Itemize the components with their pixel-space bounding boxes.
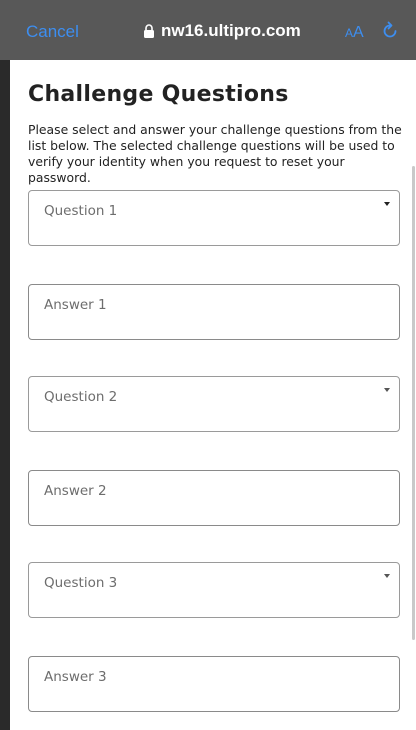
answer-3-input[interactable]: Answer 3 <box>28 656 400 712</box>
answer-2-placeholder: Answer 2 <box>44 483 107 499</box>
answer-3-placeholder: Answer 3 <box>44 669 107 685</box>
page-description: Please select and answer your challenge … <box>28 122 402 185</box>
question-2-select[interactable]: Question 2 <box>28 376 400 432</box>
cancel-button[interactable]: Cancel <box>26 22 79 42</box>
answer-1-input[interactable]: Answer 1 <box>28 284 400 340</box>
text-size-button[interactable]: AA <box>345 24 364 42</box>
answer-2-input[interactable]: Answer 2 <box>28 470 400 526</box>
question-2-placeholder: Question 2 <box>44 389 118 405</box>
chevron-down-icon <box>384 574 390 578</box>
url-text: nw16.ultipro.com <box>161 21 301 40</box>
left-edge-shadow <box>0 60 10 730</box>
reload-icon[interactable] <box>380 21 400 41</box>
question-1-select[interactable]: Question 1 <box>28 190 400 246</box>
browser-toolbar: Cancel nw16.ultipro.com AA <box>0 0 416 60</box>
lock-icon <box>144 24 154 38</box>
chevron-down-icon <box>384 388 390 392</box>
page-title: Challenge Questions <box>28 82 289 107</box>
scrollbar[interactable] <box>412 166 415 640</box>
chevron-down-icon <box>384 202 390 206</box>
address-bar[interactable]: nw16.ultipro.com <box>143 21 301 41</box>
question-3-select[interactable]: Question 3 <box>28 562 400 618</box>
question-1-placeholder: Question 1 <box>44 203 118 219</box>
answer-1-placeholder: Answer 1 <box>44 297 107 313</box>
aa-small-letter: A <box>345 26 354 40</box>
aa-big-letter: A <box>353 24 364 41</box>
question-3-placeholder: Question 3 <box>44 575 118 591</box>
